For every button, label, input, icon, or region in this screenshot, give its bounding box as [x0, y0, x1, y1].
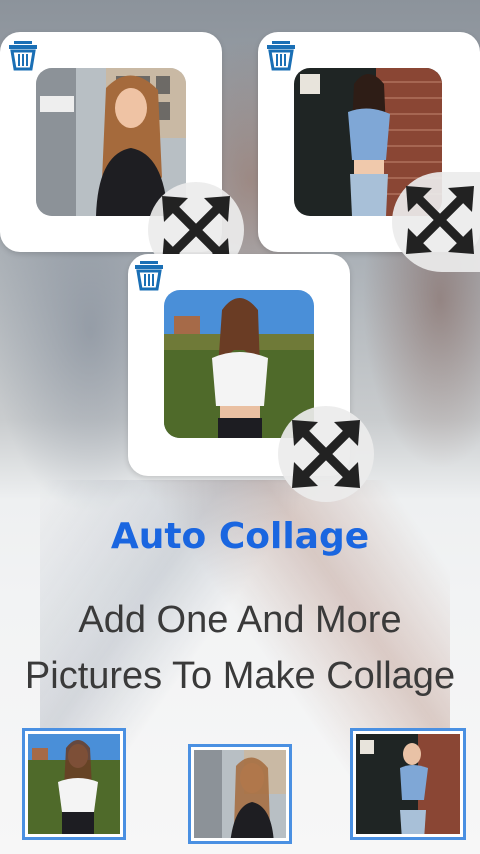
resize-tile-3-handle[interactable]	[278, 406, 374, 502]
trash-icon	[9, 41, 37, 71]
thumbnail-photo-park	[28, 734, 120, 834]
thumbnail-photo-brick	[356, 734, 460, 834]
resize-tile-2-handle[interactable]	[392, 172, 480, 272]
resize-arrows-icon	[406, 186, 474, 254]
trash-icon	[135, 261, 163, 291]
feature-title: Auto Collage	[110, 516, 370, 557]
collage-tile-3[interactable]	[128, 254, 374, 502]
thumbnail-3[interactable]	[350, 728, 466, 840]
thumbnail-2[interactable]	[188, 744, 292, 844]
delete-tile-1-button[interactable]	[6, 38, 40, 72]
collage-tile-2[interactable]	[258, 32, 480, 272]
collage-tile-1[interactable]	[0, 32, 244, 278]
thumbnail-photo-street	[194, 750, 286, 838]
delete-tile-2-button[interactable]	[264, 38, 298, 72]
resize-arrows-icon	[292, 420, 360, 488]
delete-tile-3-button[interactable]	[132, 258, 166, 292]
trash-icon	[267, 41, 295, 71]
feature-description: Add One And More Pictures To Make Collag…	[24, 599, 456, 697]
thumbnail-1[interactable]	[22, 728, 126, 840]
